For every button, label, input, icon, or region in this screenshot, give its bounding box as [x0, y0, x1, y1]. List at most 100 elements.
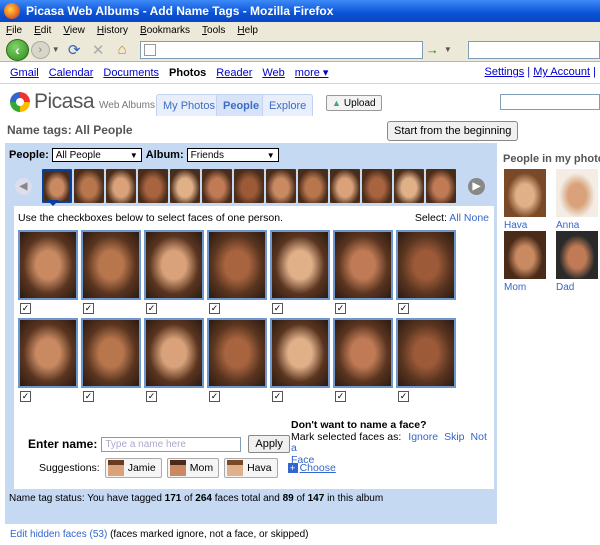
- face-thumbnail[interactable]: [266, 169, 296, 203]
- strip-next-arrow-icon[interactable]: ▶: [468, 177, 485, 195]
- history-dropdown-icon[interactable]: ▼: [52, 45, 60, 54]
- stop-icon[interactable]: ✕: [90, 41, 107, 59]
- face-thumbnail[interactable]: [138, 169, 168, 203]
- select-all-link[interactable]: All: [449, 212, 461, 224]
- gbar-web[interactable]: Web: [262, 67, 284, 79]
- browser-search-box[interactable]: [467, 40, 600, 59]
- face-photo[interactable]: [144, 230, 204, 300]
- home-icon[interactable]: ⌂: [114, 41, 131, 59]
- person-thumb-dad[interactable]: [556, 231, 598, 279]
- face-checkbox[interactable]: ✓: [398, 391, 409, 402]
- gbar-gmail[interactable]: Gmail: [10, 67, 39, 79]
- face-thumbnail[interactable]: [298, 169, 328, 203]
- face-thumbnail[interactable]: [106, 169, 136, 203]
- suggestion-mom[interactable]: Mom: [166, 458, 220, 478]
- face-thumbnail[interactable]: [426, 169, 456, 203]
- tab-people[interactable]: People: [216, 94, 267, 116]
- suggestion-hava[interactable]: Hava: [224, 458, 278, 478]
- go-arrow-icon[interactable]: →: [426, 42, 439, 57]
- face-checkbox[interactable]: ✓: [146, 303, 157, 314]
- back-arrow-icon[interactable]: ‹: [6, 38, 29, 61]
- people-select[interactable]: All People ▼: [51, 148, 142, 162]
- face-photo[interactable]: [396, 318, 456, 388]
- person-thumb-anna[interactable]: [556, 169, 598, 217]
- face-cell: ✓: [333, 230, 395, 314]
- face-photo[interactable]: [81, 318, 141, 388]
- face-photo[interactable]: [270, 230, 330, 300]
- person-name-hava[interactable]: Hava: [504, 220, 527, 231]
- reload-icon[interactable]: ⟳: [66, 41, 83, 59]
- menu-history[interactable]: History: [97, 25, 128, 36]
- face-thumbnail[interactable]: [234, 169, 264, 203]
- face-photo[interactable]: [18, 318, 78, 388]
- album-select[interactable]: Friends ▼: [186, 148, 279, 162]
- choose-link[interactable]: + Choose: [287, 462, 336, 474]
- face-checkbox[interactable]: ✓: [272, 391, 283, 402]
- menu-help[interactable]: Help: [237, 25, 258, 36]
- person-name-dad[interactable]: Dad: [556, 282, 574, 293]
- gbar-reader[interactable]: Reader: [216, 67, 252, 79]
- face-thumbnail[interactable]: [394, 169, 424, 203]
- face-cell: ✓: [207, 230, 269, 314]
- face-photo[interactable]: [207, 230, 267, 300]
- ignore-link[interactable]: Ignore: [408, 431, 438, 443]
- select-none-link[interactable]: None: [464, 212, 489, 224]
- face-photo[interactable]: [207, 318, 267, 388]
- face-checkbox[interactable]: ✓: [20, 391, 31, 402]
- menu-bookmarks[interactable]: Bookmarks: [140, 25, 190, 36]
- url-dropdown-icon[interactable]: ▼: [444, 45, 452, 54]
- face-checkbox[interactable]: ✓: [209, 391, 220, 402]
- forward-arrow-icon[interactable]: ›: [30, 40, 50, 59]
- upload-button[interactable]: ▲ Upload: [326, 95, 382, 111]
- apply-button[interactable]: Apply: [248, 435, 290, 453]
- face-photo[interactable]: [144, 318, 204, 388]
- face-checkbox[interactable]: ✓: [20, 303, 31, 314]
- window-title: Picasa Web Albums - Add Name Tags - Mozi…: [26, 4, 334, 18]
- menu-view[interactable]: View: [63, 25, 85, 36]
- edit-hidden-faces-link[interactable]: Edit hidden faces (53): [10, 529, 107, 540]
- person-thumb-hava[interactable]: [504, 169, 546, 217]
- face-checkbox[interactable]: ✓: [83, 391, 94, 402]
- start-from-beginning-button[interactable]: Start from the beginning: [387, 121, 519, 141]
- person-thumb-mom[interactable]: [504, 231, 546, 279]
- face-photo[interactable]: [333, 230, 393, 300]
- strip-prev-arrow-icon[interactable]: ◀: [15, 177, 32, 195]
- face-checkbox[interactable]: ✓: [209, 303, 220, 314]
- person-name-anna[interactable]: Anna: [556, 220, 579, 231]
- face-photo[interactable]: [81, 230, 141, 300]
- settings-link[interactable]: Settings: [484, 66, 524, 78]
- name-input[interactable]: Type a name here: [101, 436, 242, 452]
- skip-link[interactable]: Skip: [444, 431, 464, 443]
- face-thumbnail[interactable]: [202, 169, 232, 203]
- my-account-link[interactable]: My Account: [533, 66, 590, 78]
- face-thumbnail[interactable]: [170, 169, 200, 203]
- face-checkbox[interactable]: ✓: [335, 391, 346, 402]
- menu-tools[interactable]: Tools: [202, 25, 225, 36]
- photo-search-input[interactable]: [500, 94, 600, 110]
- face-photo[interactable]: [18, 230, 78, 300]
- face-thumbnail[interactable]: [330, 169, 360, 203]
- tab-explore[interactable]: Explore: [262, 94, 314, 116]
- menu-file[interactable]: File: [6, 25, 22, 36]
- face-photo[interactable]: [270, 318, 330, 388]
- menu-edit[interactable]: Edit: [34, 25, 51, 36]
- face-cell: ✓: [207, 318, 269, 402]
- gbar-calendar[interactable]: Calendar: [49, 67, 94, 79]
- person-name-mom[interactable]: Mom: [504, 282, 526, 293]
- suggestion-jamie[interactable]: Jamie: [104, 458, 162, 478]
- face-checkbox[interactable]: ✓: [335, 303, 346, 314]
- gbar-more[interactable]: more ▾: [295, 66, 329, 79]
- face-photo[interactable]: [333, 318, 393, 388]
- face-thumbnail[interactable]: [74, 169, 104, 203]
- address-bar[interactable]: [139, 40, 423, 59]
- tab-my-photos[interactable]: My Photos: [156, 94, 222, 116]
- face-thumbnail[interactable]: [362, 169, 392, 203]
- gbar-documents[interactable]: Documents: [103, 67, 159, 79]
- face-photo[interactable]: [396, 230, 456, 300]
- face-thumbnail[interactable]: [42, 169, 72, 203]
- face-checkbox[interactable]: ✓: [146, 391, 157, 402]
- face-checkbox[interactable]: ✓: [398, 303, 409, 314]
- face-checkbox[interactable]: ✓: [272, 303, 283, 314]
- picasa-logo[interactable]: Picasa Web Albums: [10, 90, 155, 114]
- face-checkbox[interactable]: ✓: [83, 303, 94, 314]
